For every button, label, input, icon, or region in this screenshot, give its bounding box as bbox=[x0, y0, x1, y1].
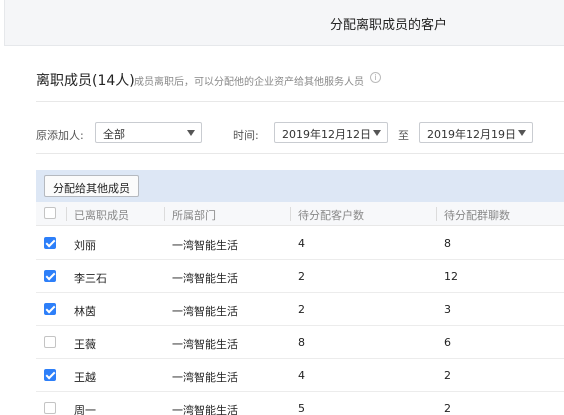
column-header-groups: 待分配群聊数 bbox=[444, 209, 510, 222]
column-header-member: 已离职成员 bbox=[74, 209, 129, 222]
department-cell: 一湾智能生活 bbox=[172, 338, 238, 351]
caret-down-icon bbox=[373, 130, 381, 136]
row-checkbox[interactable] bbox=[44, 336, 56, 348]
member-name-cell: 周一 bbox=[74, 404, 96, 415]
department-cell: 一湾智能生活 bbox=[172, 371, 238, 384]
divider bbox=[36, 101, 564, 102]
source-filter-select[interactable]: 全部 bbox=[95, 122, 202, 143]
group-count-cell: 6 bbox=[444, 336, 451, 349]
customer-count-cell: 2 bbox=[298, 270, 305, 283]
customer-count-cell: 8 bbox=[298, 336, 305, 349]
group-count-cell: 2 bbox=[444, 369, 451, 382]
select-all-checkbox[interactable] bbox=[44, 207, 56, 219]
table-row[interactable]: 王薇 一湾智能生活 8 6 bbox=[36, 326, 564, 359]
table-row[interactable]: 刘丽 一湾智能生活 4 8 bbox=[36, 227, 564, 260]
divider bbox=[36, 153, 564, 154]
end-date-value: 2019年12月19日 bbox=[427, 128, 516, 141]
time-filter-label: 时间: bbox=[233, 129, 259, 142]
department-cell: 一湾智能生活 bbox=[172, 305, 238, 318]
customer-count-cell: 2 bbox=[298, 303, 305, 316]
group-count-cell: 3 bbox=[444, 303, 451, 316]
row-checkbox[interactable] bbox=[44, 369, 56, 381]
customer-count-cell: 4 bbox=[298, 369, 305, 382]
row-checkbox[interactable] bbox=[44, 402, 56, 414]
group-count-cell: 8 bbox=[444, 237, 451, 250]
table-row[interactable]: 林茵 一湾智能生活 2 3 bbox=[36, 293, 564, 326]
department-cell: 一湾智能生活 bbox=[172, 239, 238, 252]
assign-to-other-member-button[interactable]: 分配给其他成员 bbox=[44, 175, 139, 197]
table-toolbar: 分配给其他成员 bbox=[36, 170, 564, 202]
table-header: 已离职成员 所属部门 待分配客户数 待分配群聊数 bbox=[36, 202, 564, 226]
table-row[interactable]: 周一 一湾智能生活 5 2 bbox=[36, 392, 564, 415]
group-count-cell: 12 bbox=[444, 270, 458, 283]
department-cell: 一湾智能生活 bbox=[172, 272, 238, 285]
column-separator bbox=[290, 207, 291, 221]
date-range-separator: 至 bbox=[398, 129, 409, 142]
info-icon[interactable]: i bbox=[370, 72, 381, 83]
page-description: 成员离职后，可以分配他的企业资产给其他服务人员 bbox=[134, 77, 364, 88]
caret-down-icon bbox=[518, 130, 526, 136]
column-separator bbox=[436, 207, 437, 221]
column-separator bbox=[164, 207, 165, 221]
column-header-department: 所属部门 bbox=[172, 209, 216, 222]
row-checkbox[interactable] bbox=[44, 237, 56, 249]
caret-down-icon bbox=[187, 130, 195, 136]
page-title: 离职成员(14人) bbox=[36, 73, 135, 89]
customer-count-cell: 4 bbox=[298, 237, 305, 250]
member-name-cell: 林茵 bbox=[74, 305, 96, 318]
row-checkbox[interactable] bbox=[44, 303, 56, 315]
column-separator bbox=[66, 207, 67, 221]
column-header-customers: 待分配客户数 bbox=[298, 209, 364, 222]
customer-count-cell: 5 bbox=[298, 402, 305, 415]
row-checkbox[interactable] bbox=[44, 270, 56, 282]
start-date-select[interactable]: 2019年12月12日 bbox=[274, 122, 388, 143]
member-name-cell: 李三石 bbox=[74, 272, 107, 285]
title-bar: 分配离职成员的客户 bbox=[4, 0, 564, 46]
window-title: 分配离职成员的客户 bbox=[329, 18, 447, 33]
table-row[interactable]: 李三石 一湾智能生活 2 12 bbox=[36, 260, 564, 293]
member-name-cell: 王越 bbox=[74, 371, 96, 384]
source-filter-value: 全部 bbox=[103, 128, 125, 141]
end-date-select[interactable]: 2019年12月19日 bbox=[419, 122, 533, 143]
source-filter-label: 原添加人: bbox=[36, 129, 84, 142]
table-row[interactable]: 王越 一湾智能生活 4 2 bbox=[36, 359, 564, 392]
member-name-cell: 刘丽 bbox=[74, 239, 96, 252]
member-name-cell: 王薇 bbox=[74, 338, 96, 351]
group-count-cell: 2 bbox=[444, 402, 451, 415]
start-date-value: 2019年12月12日 bbox=[282, 128, 371, 141]
department-cell: 一湾智能生活 bbox=[172, 404, 238, 415]
